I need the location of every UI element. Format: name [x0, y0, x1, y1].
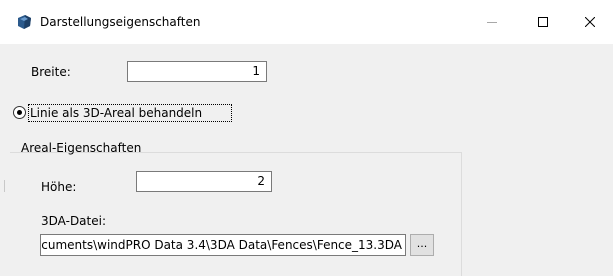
datei-path-text: C:\Users\Public\Documents\windPRO Data 3…	[41, 238, 402, 252]
window-title: Darstellungseigenschaften	[40, 15, 201, 29]
browse-button[interactable]: ...	[410, 234, 434, 256]
minimize-button[interactable]	[470, 0, 514, 44]
hoehe-input[interactable]: 2	[136, 171, 272, 192]
maximize-icon	[538, 17, 548, 27]
datei-input[interactable]: C:\Users\Public\Documents\windPRO Data 3…	[40, 234, 406, 256]
linie-radio-label[interactable]: Linie als 3D-Areal behandeln	[30, 105, 202, 121]
maximize-button[interactable]	[521, 0, 565, 44]
minimize-icon	[487, 22, 497, 23]
breite-input[interactable]: 1	[127, 61, 267, 82]
linie-radio[interactable]	[13, 106, 26, 119]
areal-group-title: Areal-Eigenschaften	[21, 141, 142, 155]
title-bar[interactable]: Darstellungseigenschaften	[0, 0, 613, 44]
left-edge-marker	[4, 180, 5, 192]
windpro-app-icon	[18, 15, 31, 29]
breite-label: Breite:	[31, 65, 71, 79]
datei-label: 3DA-Datei:	[41, 214, 106, 228]
close-button[interactable]	[568, 0, 612, 44]
close-icon	[585, 17, 595, 27]
hoehe-label: Höhe:	[41, 180, 77, 194]
